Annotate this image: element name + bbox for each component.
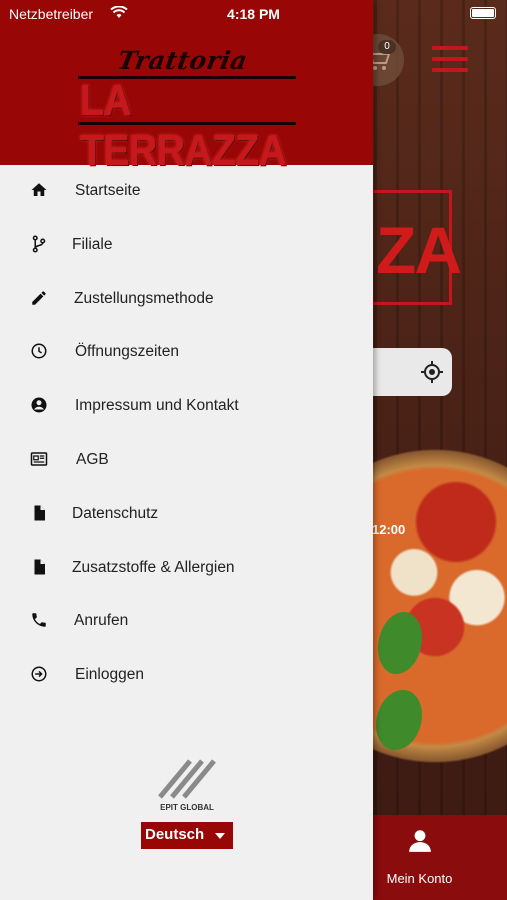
- navigation-drawer: Trattoria LA TERRAZZA Startseite Filiale…: [0, 0, 373, 900]
- pencil-icon: [32, 290, 46, 305]
- epit-logo-mark: [158, 759, 216, 799]
- bottom-nav-label: Mein Konto: [386, 871, 453, 886]
- document-icon: [34, 505, 45, 521]
- logo-main-text: LA TERRAZZA: [80, 76, 287, 175]
- logo-rule-bottom: [78, 122, 296, 125]
- menu-item-startseite[interactable]: Startseite: [0, 165, 373, 219]
- battery-icon: [470, 7, 496, 19]
- menu-item-impressum[interactable]: Impressum und Kontakt: [0, 380, 373, 434]
- menu-item-einloggen[interactable]: Einloggen: [0, 649, 373, 703]
- status-time: 4:18 PM: [227, 6, 280, 22]
- cart-count-badge: 0: [378, 40, 396, 54]
- caret-down-icon: [215, 833, 225, 839]
- menu-item-label: Filiale: [72, 235, 113, 253]
- menu-item-anrufen[interactable]: Anrufen: [0, 595, 373, 649]
- menu-item-oeffnungszeiten[interactable]: Öffnungszeiten: [0, 326, 373, 380]
- status-bar: Netzbetreiber 4:18 PM: [0, 0, 507, 26]
- menu-item-agb[interactable]: AGB: [0, 434, 373, 488]
- menu-item-label: Anrufen: [74, 612, 129, 630]
- drawer-menu: Startseite Filiale Zustellungsmethode Öf…: [0, 165, 373, 703]
- opening-time-label: 12:00: [372, 522, 406, 537]
- newspaper-icon: [30, 452, 48, 466]
- clock-icon: [31, 343, 47, 359]
- restaurant-logo: Trattoria LA TERRAZZA: [78, 46, 296, 175]
- home-icon: [31, 183, 47, 196]
- language-select[interactable]: Deutsch: [141, 822, 233, 849]
- menu-item-label: Öffnungszeiten: [75, 343, 179, 361]
- bottom-nav-account[interactable]: Mein Konto: [372, 815, 507, 900]
- menu-item-label: Impressum und Kontakt: [75, 397, 239, 415]
- gps-locate-icon[interactable]: [420, 360, 444, 384]
- menu-item-label: Einloggen: [75, 666, 144, 684]
- epit-global-logo: EPIT GLOBAL: [154, 755, 220, 815]
- menu-item-label: AGB: [76, 450, 109, 468]
- menu-item-label: Datenschutz: [72, 504, 159, 522]
- language-value: Deutsch: [145, 826, 205, 843]
- background-logo-fragment: ZA: [376, 213, 462, 287]
- logo-script-text: Trattoria: [115, 46, 250, 75]
- phone-icon: [32, 613, 46, 628]
- branch-icon: [32, 235, 46, 253]
- person-icon: [409, 830, 431, 852]
- login-icon: [31, 666, 47, 682]
- hamburger-menu-icon[interactable]: [432, 46, 468, 72]
- menu-item-zustellungsmethode[interactable]: Zustellungsmethode: [0, 273, 373, 327]
- menu-item-datenschutz[interactable]: Datenschutz: [0, 488, 373, 542]
- epit-brand-text: EPIT GLOBAL: [160, 803, 214, 812]
- menu-item-label: Zusatzstoffe & Allergien: [72, 558, 235, 576]
- account-circle-icon: [31, 397, 47, 413]
- menu-item-filiale[interactable]: Filiale: [0, 219, 373, 273]
- menu-item-zusatzstoffe[interactable]: Zusatzstoffe & Allergien: [0, 542, 373, 596]
- menu-item-label: Startseite: [75, 182, 141, 199]
- document-icon: [34, 559, 45, 575]
- location-search-field[interactable]: [360, 348, 452, 396]
- menu-item-label: Zustellungsmethode: [74, 289, 214, 307]
